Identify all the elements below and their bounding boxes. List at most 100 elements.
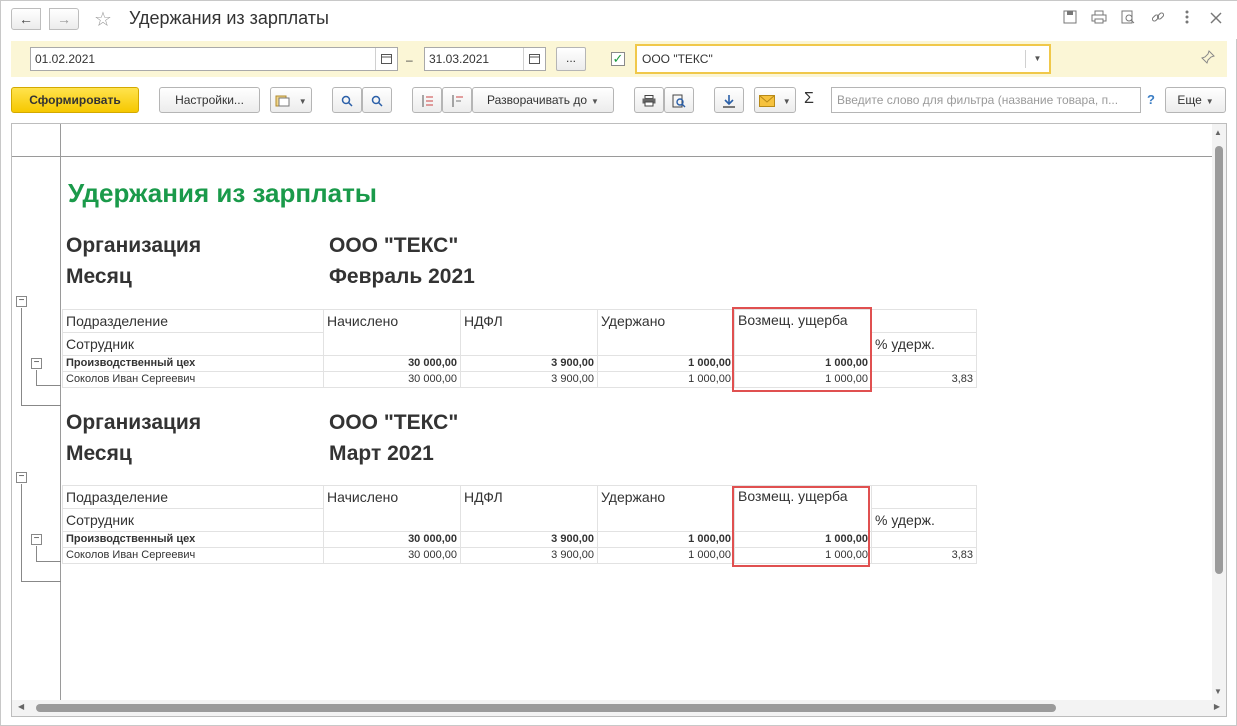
grouping-gutter bbox=[60, 124, 61, 700]
collapse-groups-button[interactable] bbox=[412, 87, 442, 113]
report-title: Удержания из зарплаты bbox=[68, 178, 378, 208]
favorite-star-icon[interactable]: ☆ bbox=[94, 7, 112, 32]
column-header-employee: Сотрудник bbox=[62, 332, 324, 356]
generate-button[interactable]: Сформировать bbox=[11, 87, 139, 113]
column-header-accrued: Начислено bbox=[323, 309, 461, 356]
tree-line bbox=[36, 370, 61, 386]
report-sheet[interactable]: Удержания из зарплаты Организация ООО "Т… bbox=[11, 123, 1227, 717]
employee-accrued: 30 000,00 bbox=[323, 547, 461, 564]
group-accrued: 30 000,00 bbox=[323, 531, 461, 548]
group-damage: 1 000,00 bbox=[734, 355, 872, 372]
expand-groups-button[interactable] bbox=[442, 87, 472, 113]
tree-line bbox=[21, 308, 61, 406]
column-header-withheld: Удержано bbox=[597, 309, 735, 356]
horizontal-scrollbar[interactable]: ◀ ▶ bbox=[12, 700, 1226, 716]
scroll-right-icon[interactable]: ▶ bbox=[1214, 702, 1220, 711]
print-button[interactable] bbox=[634, 87, 664, 113]
group-row-name: Производственный цех bbox=[62, 355, 324, 372]
variants-button[interactable]: ▼ bbox=[270, 87, 312, 113]
printer-icon bbox=[642, 93, 656, 107]
arrow-right-icon: → bbox=[57, 11, 71, 27]
scroll-down-icon[interactable]: ▼ bbox=[1214, 687, 1222, 696]
filter-search-input[interactable]: Введите слово для фильтра (название това… bbox=[831, 87, 1141, 113]
date-from-field[interactable]: 01.02.2021 bbox=[30, 47, 398, 71]
save-to-file-button[interactable] bbox=[714, 87, 744, 113]
report-table: Подразделение Начислено НДФЛ Удержано Во… bbox=[62, 485, 977, 564]
calendar-icon[interactable] bbox=[523, 48, 545, 70]
collapse-group-icon[interactable]: − bbox=[31, 358, 42, 369]
group-withheld: 1 000,00 bbox=[597, 355, 735, 372]
more-button[interactable]: Еще ▼ bbox=[1165, 87, 1226, 113]
employee-percent: 3,83 bbox=[871, 371, 977, 388]
column-header-department: Подразделение bbox=[62, 485, 324, 509]
settings-button[interactable]: Настройки... bbox=[159, 87, 260, 113]
collapse-group-icon[interactable]: − bbox=[31, 534, 42, 545]
find-button[interactable] bbox=[332, 87, 362, 113]
back-button[interactable]: ← bbox=[11, 8, 41, 30]
vertical-scrollbar[interactable]: ▲ ▼ bbox=[1212, 124, 1226, 700]
group-ndfl: 3 900,00 bbox=[460, 355, 598, 372]
collapse-section-icon[interactable]: − bbox=[16, 296, 27, 307]
menu-icon[interactable] bbox=[1178, 10, 1196, 28]
collapse-icon bbox=[420, 93, 434, 107]
month-value: Февраль 2021 bbox=[329, 265, 475, 288]
employee-ndfl: 3 900,00 bbox=[460, 547, 598, 564]
empty-cell bbox=[871, 309, 977, 333]
organization-value: ООО "ТЕКС" bbox=[642, 52, 713, 66]
scroll-up-icon[interactable]: ▲ bbox=[1214, 128, 1222, 137]
search-icon bbox=[341, 93, 353, 107]
forward-button[interactable]: → bbox=[49, 8, 79, 30]
column-header-withheld: Удержано bbox=[597, 485, 735, 532]
column-header-accrued: Начислено bbox=[323, 485, 461, 532]
print-preview-button[interactable] bbox=[664, 87, 694, 113]
pin-icon[interactable] bbox=[1201, 50, 1215, 67]
header-divider bbox=[12, 156, 1212, 157]
link-icon[interactable] bbox=[1149, 10, 1167, 28]
organization-checkbox[interactable]: ✓ bbox=[611, 52, 625, 66]
employee-withheld: 1 000,00 bbox=[597, 371, 735, 388]
organization-value: ООО "ТЕКС" bbox=[329, 234, 459, 257]
month-label: Месяц bbox=[66, 265, 132, 288]
envelope-icon bbox=[759, 93, 778, 107]
organization-field[interactable]: ООО "ТЕКС" ▼ bbox=[635, 44, 1051, 74]
expand-to-label: Разворачивать до bbox=[487, 93, 588, 107]
close-icon[interactable] bbox=[1207, 10, 1225, 28]
filter-bar: 01.02.2021 – 31.03.2021 ... ✓ ООО "ТЕКС"… bbox=[11, 41, 1227, 77]
vertical-scroll-thumb[interactable] bbox=[1215, 146, 1223, 574]
chevron-down-icon[interactable]: ▼ bbox=[1025, 50, 1049, 68]
save-icon[interactable] bbox=[1061, 10, 1079, 28]
expand-to-dropdown[interactable]: Разворачивать до ▼ bbox=[472, 87, 614, 113]
employee-damage: 1 000,00 bbox=[734, 547, 872, 564]
month-label: Месяц bbox=[66, 442, 132, 465]
column-header-damage: Возмещ. ущерба bbox=[734, 485, 872, 532]
print-icon[interactable] bbox=[1090, 10, 1108, 28]
arrow-left-icon: ← bbox=[19, 11, 33, 27]
employee-ndfl: 3 900,00 bbox=[460, 371, 598, 388]
send-email-button[interactable]: ▼ bbox=[754, 87, 796, 113]
group-damage: 1 000,00 bbox=[734, 531, 872, 548]
report-table: Подразделение Начислено НДФЛ Удержано Во… bbox=[62, 309, 977, 388]
scroll-left-icon[interactable]: ◀ bbox=[18, 702, 24, 711]
help-button[interactable]: ? bbox=[1147, 92, 1155, 107]
download-icon bbox=[722, 93, 736, 108]
search-next-icon bbox=[371, 93, 383, 107]
horizontal-scroll-thumb[interactable] bbox=[36, 704, 1056, 712]
column-header-damage: Возмещ. ущерба bbox=[734, 309, 872, 356]
empty-cell bbox=[871, 485, 977, 509]
title-bar: ← → ☆ Удержания из зарплаты bbox=[1, 1, 1237, 39]
column-header-employee: Сотрудник bbox=[62, 508, 324, 532]
date-separator: – bbox=[406, 53, 413, 67]
expand-icon bbox=[450, 93, 464, 107]
column-header-department: Подразделение bbox=[62, 309, 324, 333]
print-preview-icon bbox=[672, 93, 686, 108]
group-withheld: 1 000,00 bbox=[597, 531, 735, 548]
period-select-button[interactable]: ... bbox=[556, 47, 586, 71]
date-to-field[interactable]: 31.03.2021 bbox=[424, 47, 546, 71]
sum-icon[interactable]: Σ bbox=[804, 90, 814, 108]
organization-value: ООО "ТЕКС" bbox=[329, 411, 459, 434]
calendar-icon[interactable] bbox=[375, 48, 397, 70]
find-next-button[interactable] bbox=[362, 87, 392, 113]
report-variants-icon bbox=[275, 93, 294, 107]
collapse-section-icon[interactable]: − bbox=[16, 472, 27, 483]
preview-icon[interactable] bbox=[1119, 10, 1137, 28]
